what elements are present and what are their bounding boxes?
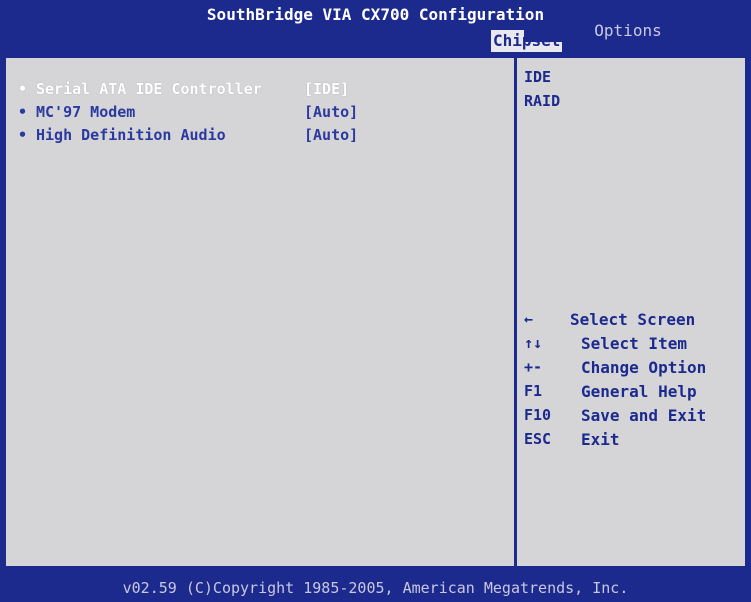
setting-high-definition-audio[interactable]: • High Definition Audio [Auto] <box>18 126 498 149</box>
setting-label: MC'97 Modem <box>36 103 136 121</box>
setting-value[interactable]: [Auto] <box>304 126 358 144</box>
key-help: ← Select Screen ↑↓ Select Item +- Change… <box>524 310 739 454</box>
help-row-select-screen: ← Select Screen <box>524 310 739 334</box>
help-desc: General Help <box>581 382 697 401</box>
help-desc: Exit <box>581 430 620 449</box>
help-row-save-exit: F10 Save and Exit <box>524 406 739 430</box>
panel-divider <box>514 58 517 566</box>
help-key: ESC <box>524 430 552 448</box>
option-raid[interactable]: RAID <box>524 92 560 116</box>
setting-value[interactable]: [IDE] <box>304 80 349 98</box>
help-desc: Select Screen <box>570 310 696 329</box>
bullet-icon: • <box>18 80 28 98</box>
copyright-footer: v02.59 (C)Copyright 1985-2005, American … <box>0 574 751 602</box>
help-desc: Change Option <box>581 358 707 377</box>
left-arrow-icon: ← <box>524 310 534 328</box>
options-list: IDE RAID <box>524 68 560 116</box>
plus-minus-icon: +- <box>524 358 543 376</box>
setting-value[interactable]: [Auto] <box>304 103 358 121</box>
setting-mc97-modem[interactable]: • MC'97 Modem [Auto] <box>18 103 498 126</box>
bullet-icon: • <box>18 103 28 121</box>
option-ide[interactable]: IDE <box>524 68 560 92</box>
options-header: Options <box>524 20 732 42</box>
help-row-select-item: ↑↓ Select Item <box>524 334 739 358</box>
help-desc: Save and Exit <box>581 406 707 425</box>
help-row-change-option: +- Change Option <box>524 358 739 382</box>
help-desc: Select Item <box>581 334 687 353</box>
settings-list: • Serial ATA IDE Controller [IDE] • MC'9… <box>18 80 498 149</box>
bullet-icon: • <box>18 126 28 144</box>
setting-serial-ata-ide-controller[interactable]: • Serial ATA IDE Controller [IDE] <box>18 80 498 103</box>
help-key: F1 <box>524 382 543 400</box>
setting-label: High Definition Audio <box>36 126 226 144</box>
setting-label: Serial ATA IDE Controller <box>36 80 262 98</box>
up-down-arrows-icon: ↑↓ <box>524 334 543 352</box>
help-key: F10 <box>524 406 552 424</box>
help-row-general-help: F1 General Help <box>524 382 739 406</box>
help-row-exit: ESC Exit <box>524 430 739 454</box>
